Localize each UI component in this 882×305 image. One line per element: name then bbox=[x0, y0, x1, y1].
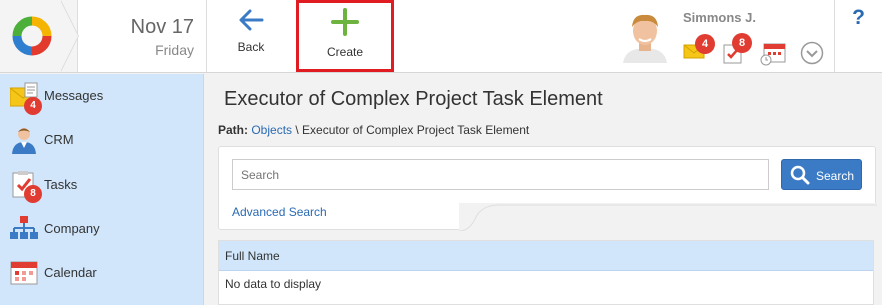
header-tasks-button[interactable]: 8 bbox=[722, 33, 752, 69]
app-logo-icon bbox=[12, 16, 52, 56]
back-label: Back bbox=[237, 40, 265, 54]
messages-badge: 4 bbox=[695, 34, 715, 54]
search-icon bbox=[790, 165, 810, 185]
back-button[interactable]: Back bbox=[228, 0, 274, 72]
calendar-clock-icon bbox=[760, 43, 786, 66]
panel-notch bbox=[459, 203, 877, 231]
org-chart-icon bbox=[10, 216, 38, 239]
top-bar: Nov 17 Friday Back Create Simmons J. 4 8… bbox=[0, 0, 882, 73]
grid-empty-message: No data to display bbox=[225, 277, 322, 291]
sidebar-item-calendar[interactable]: Calendar bbox=[0, 250, 204, 294]
breadcrumb-link-objects[interactable]: Objects bbox=[251, 123, 292, 137]
search-button[interactable]: Search bbox=[781, 159, 862, 190]
avatar[interactable] bbox=[619, 9, 671, 63]
user-menu-button[interactable] bbox=[800, 41, 824, 70]
person-icon bbox=[12, 128, 36, 154]
date-day: Nov 17 bbox=[130, 16, 194, 38]
user-photo-icon bbox=[619, 9, 671, 63]
advanced-search-link[interactable]: Advanced Search bbox=[232, 205, 327, 219]
create-button[interactable]: Create bbox=[296, 0, 394, 72]
sidebar-item-tasks[interactable]: 8 Tasks bbox=[0, 162, 204, 206]
user-name[interactable]: Simmons J. bbox=[683, 10, 756, 25]
help-icon: ? bbox=[852, 6, 865, 29]
header-messages-button[interactable]: 4 bbox=[683, 34, 715, 65]
sidebar-item-label: Calendar bbox=[44, 265, 97, 280]
logo-arrow bbox=[60, 0, 78, 72]
search-button-label: Search bbox=[816, 169, 855, 183]
sidebar-item-crm[interactable]: CRM bbox=[0, 118, 204, 162]
search-input[interactable] bbox=[232, 159, 769, 190]
sidebar-item-label: Tasks bbox=[44, 177, 78, 192]
sidebar-item-company[interactable]: Company bbox=[0, 206, 204, 250]
search-panel: Search Advanced Search bbox=[218, 146, 877, 231]
tasks-badge: 8 bbox=[732, 33, 752, 53]
sidebar-item-label: CRM bbox=[44, 132, 74, 147]
back-arrow-icon bbox=[239, 9, 264, 31]
sidebar-item-messages[interactable]: 4 Messages bbox=[0, 74, 204, 118]
breadcrumb: Path: Objects \ Executor of Complex Proj… bbox=[218, 123, 529, 137]
sidebar-item-label: Messages bbox=[44, 88, 104, 103]
date-display: Nov 17 Friday bbox=[80, 0, 207, 72]
create-label: Create bbox=[326, 45, 364, 59]
plus-icon bbox=[331, 8, 359, 36]
sidebar-messages-badge: 4 bbox=[24, 97, 42, 115]
page-title: Executor of Complex Project Task Element bbox=[224, 88, 603, 110]
results-grid: Full Name No data to display bbox=[218, 240, 874, 305]
sidebar-tasks-badge: 8 bbox=[24, 185, 42, 203]
chevron-down-icon bbox=[800, 41, 824, 65]
column-header-full-name[interactable]: Full Name bbox=[219, 241, 873, 271]
path-prefix: Path: bbox=[218, 123, 248, 137]
header-calendar-button[interactable] bbox=[760, 42, 786, 71]
breadcrumb-current: \ Executor of Complex Project Task Eleme… bbox=[292, 123, 530, 137]
calendar-icon bbox=[10, 261, 38, 285]
date-weekday: Friday bbox=[155, 42, 194, 58]
sidebar: 4 Messages CRM 8 Tasks Company Calendar bbox=[0, 74, 204, 305]
sidebar-item-label: Company bbox=[44, 221, 100, 236]
help-button[interactable]: ? bbox=[834, 0, 882, 72]
